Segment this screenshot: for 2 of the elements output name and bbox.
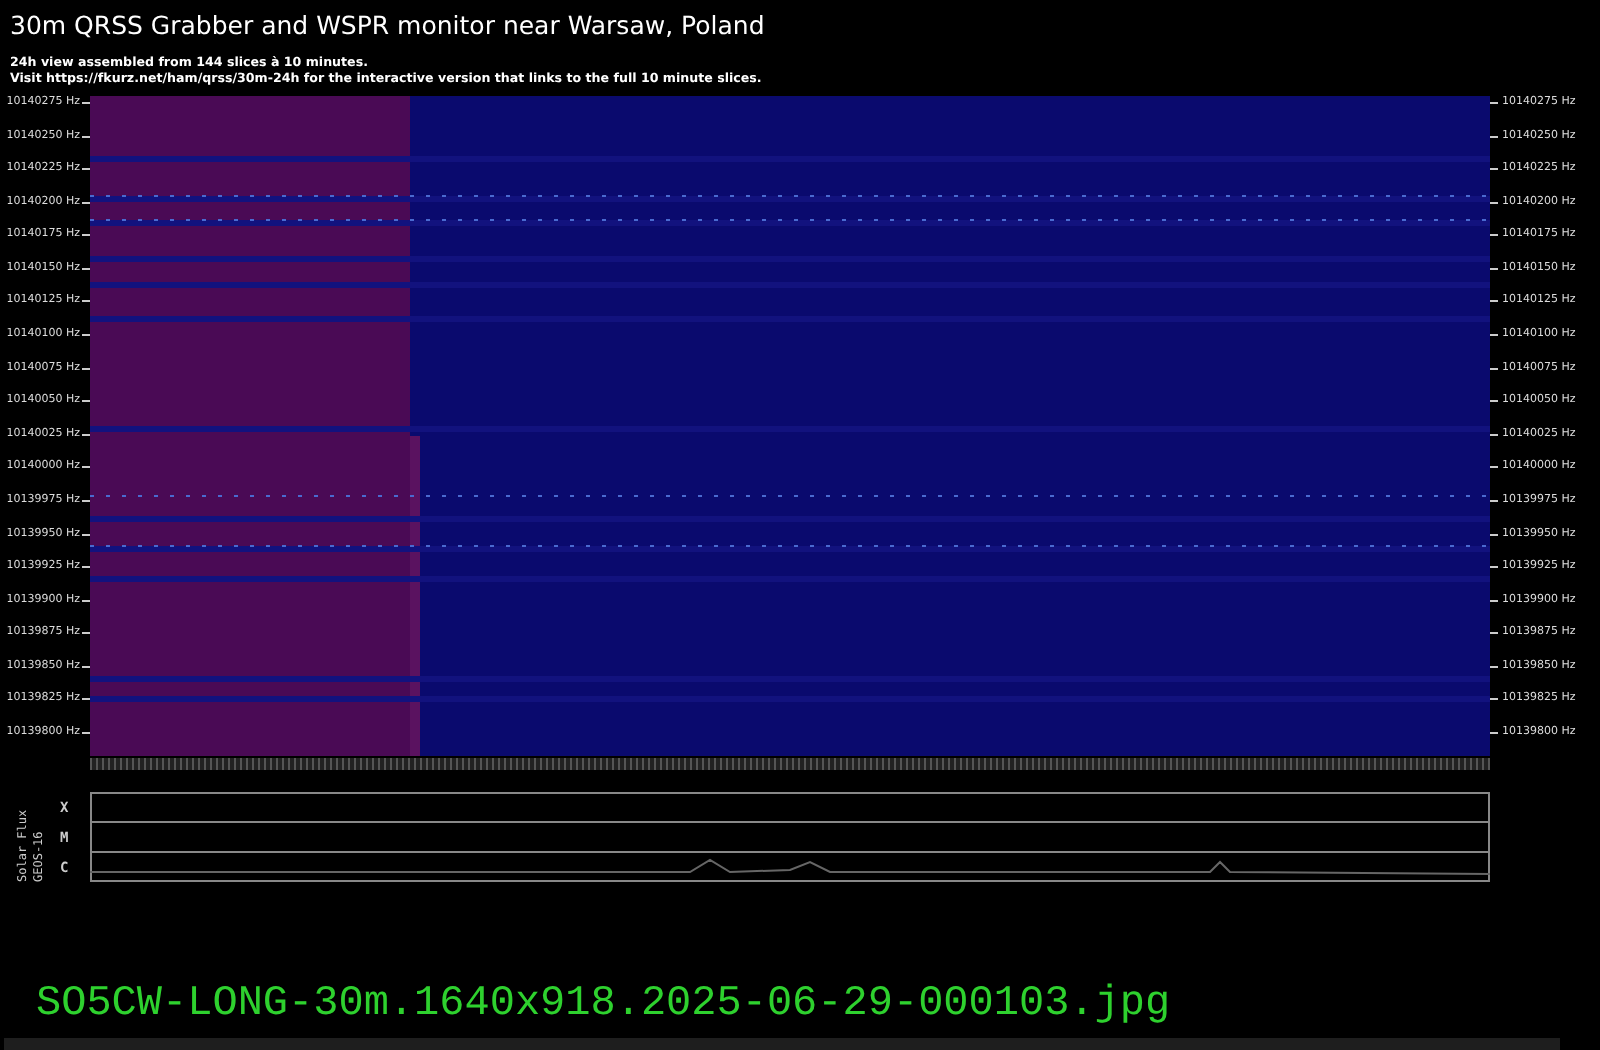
filename-text: SO5CW-LONG-30m.1640x918.2025-06-29-000103.jpg: [34, 982, 1173, 1030]
page-title: 30m QRSS Grabber and WSPR monitor near Warsaw, Poland: [8, 8, 767, 44]
